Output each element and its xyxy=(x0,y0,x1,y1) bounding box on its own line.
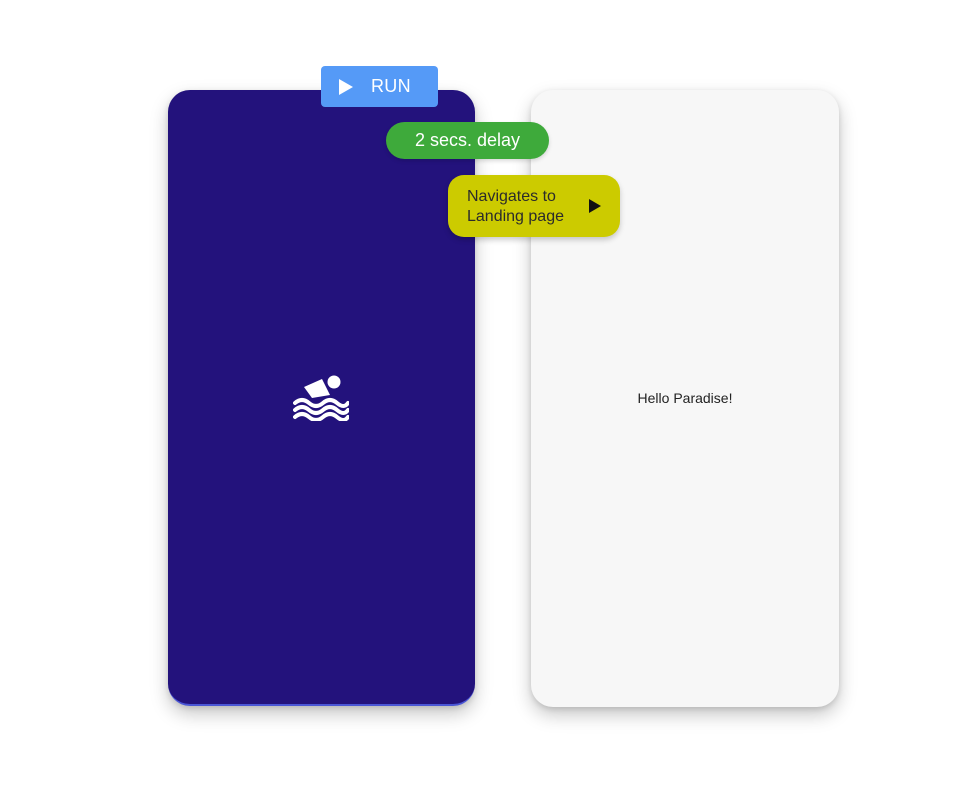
delay-label: 2 secs. delay xyxy=(414,130,521,150)
splash-screen-phone xyxy=(168,90,475,706)
play-icon xyxy=(339,78,353,95)
run-button-label: RUN xyxy=(371,76,411,96)
delay-badge: 2 secs. delay xyxy=(386,122,549,159)
landing-text: Hello Paradise! xyxy=(637,390,733,406)
run-button[interactable]: RUN xyxy=(321,66,438,107)
swimming-icon xyxy=(293,375,349,421)
play-icon xyxy=(589,199,601,213)
navigate-action[interactable]: Navigates to Landing page xyxy=(448,175,620,237)
